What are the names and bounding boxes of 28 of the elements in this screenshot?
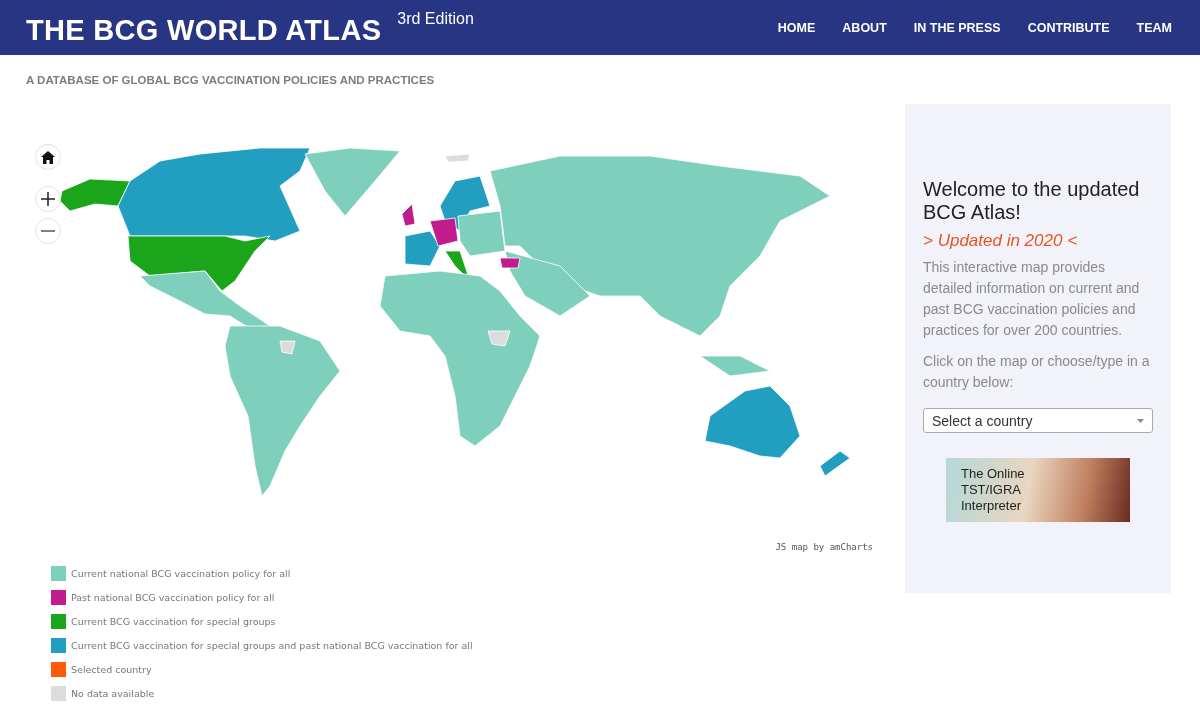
site-title: THE BCG WORLD ATLAS — [26, 14, 382, 47]
instruction-text: Click on the map or choose/type in a country below: — [923, 352, 1151, 392]
legend-label: Current BCG vaccination for special groups and past national BCG vaccination for all — [71, 640, 473, 651]
legend-label: Selected country — [71, 664, 152, 675]
interpreter-banner[interactable]: The Online TST/IGRA Interpreter — [946, 458, 1130, 522]
nav-link[interactable]: ABOUT — [842, 20, 887, 35]
legend-label: Past national BCG vaccination policy for all — [71, 592, 275, 603]
edition-label: 3rd Edition — [397, 10, 474, 28]
nav-link[interactable]: TEAM — [1136, 20, 1172, 35]
country-select[interactable]: Select a country — [923, 408, 1153, 433]
legend-label: No data available — [71, 688, 155, 699]
caret-icon — [1137, 418, 1144, 423]
minus-icon — [41, 230, 55, 232]
page-subtitle: A DATABASE OF GLOBAL BCG VACCINATION POLICIES AND PRACTICES — [26, 74, 436, 86]
plus-icon — [41, 192, 55, 206]
nav-link[interactable]: HOME — [777, 20, 816, 35]
nav-link[interactable]: IN THE PRESS — [913, 20, 1001, 35]
welcome-heading: Welcome to the updated BCG Atlas! — [923, 178, 1141, 224]
home-icon — [41, 150, 55, 164]
nav-link[interactable]: CONTRIBUTE — [1027, 20, 1110, 35]
update-note: > Updated in 2020 < — [923, 231, 1079, 251]
legend-label: Current BCG vaccination for special groups — [71, 616, 276, 627]
map-credit: JS map by amCharts — [775, 542, 873, 552]
zoom-out-button[interactable] — [35, 218, 61, 244]
home-button[interactable] — [35, 144, 61, 170]
zoom-in-button[interactable] — [35, 186, 61, 212]
legend-label: Current national BCG vaccination policy for all — [71, 568, 291, 579]
intro-text: This interactive map provides detailed information on current and past BCG vaccination policies and practices for over 200 countries. — [923, 258, 1141, 340]
